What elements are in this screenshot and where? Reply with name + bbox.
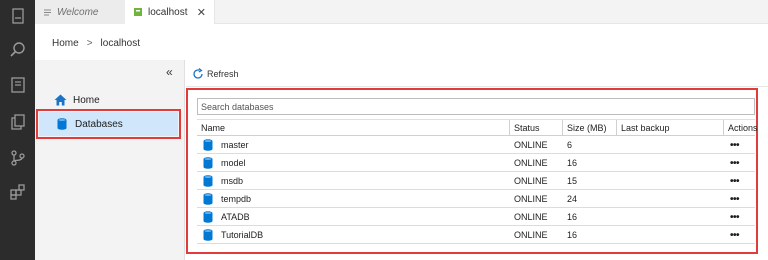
db-name: model <box>221 158 246 168</box>
more-actions-icon[interactable]: ••• <box>730 226 740 244</box>
db-status: ONLINE <box>514 230 548 240</box>
db-status: ONLINE <box>514 194 548 204</box>
explorer-icon[interactable] <box>8 112 27 131</box>
table-body: master ONLINE 6 ••• model ONLINE 16 ••• msdb ONLI… <box>197 136 755 244</box>
db-size: 16 <box>567 158 578 168</box>
database-icon <box>203 193 213 205</box>
databases-panel: Name Status Size (MB) Last backup Action… <box>186 88 758 254</box>
sidebar-item-databases[interactable]: Databases <box>36 109 181 139</box>
tab-welcome[interactable]: Welcome <box>35 0 125 24</box>
refresh-button[interactable]: Refresh <box>192 66 239 82</box>
refresh-label: Refresh <box>207 69 239 79</box>
database-icon <box>203 139 213 151</box>
menu-lines-icon <box>43 8 52 17</box>
source-control-icon[interactable] <box>8 148 27 167</box>
more-actions-icon[interactable]: ••• <box>730 190 740 208</box>
db-name-cell[interactable]: TutorialDB <box>203 226 263 244</box>
db-name-cell[interactable]: ATADB <box>203 208 250 226</box>
db-name: master <box>221 140 249 150</box>
db-status: ONLINE <box>514 158 548 168</box>
db-status: ONLINE <box>514 140 548 150</box>
db-status: ONLINE <box>514 176 548 186</box>
table-row[interactable]: msdb ONLINE 15 ••• <box>197 172 755 190</box>
tab-bar: Welcome localhost ✕ <box>35 0 768 24</box>
column-header-last-backup[interactable]: Last backup <box>617 120 724 136</box>
breadcrumb: Home > localhost <box>52 36 140 50</box>
home-icon <box>53 93 67 107</box>
db-name-cell[interactable]: msdb <box>203 172 243 190</box>
server-icon <box>133 7 143 17</box>
db-name-cell[interactable]: model <box>203 154 246 172</box>
sidebar: « Home Databases <box>35 60 185 260</box>
db-status: ONLINE <box>514 212 548 222</box>
db-name: tempdb <box>221 194 252 204</box>
search-box[interactable] <box>197 98 755 115</box>
chevron-right-icon: > <box>86 37 93 49</box>
column-header-status[interactable]: Status <box>510 120 563 136</box>
sidebar-item-label: Databases <box>75 118 123 130</box>
db-size: 6 <box>567 140 573 150</box>
refresh-icon <box>193 68 203 79</box>
db-size: 15 <box>567 176 578 186</box>
more-actions-icon[interactable]: ••• <box>730 172 740 190</box>
breadcrumb-home[interactable]: Home <box>52 38 79 49</box>
main-content: Refresh Name Status Size (MB) Last backu… <box>186 60 768 260</box>
database-icon <box>203 211 213 223</box>
tab-label: Welcome <box>57 6 99 18</box>
search-icon[interactable] <box>8 40 27 59</box>
databases-table: Name Status Size (MB) Last backup Action… <box>197 119 758 244</box>
db-name-cell[interactable]: master <box>203 136 249 154</box>
column-header-actions: Actions <box>728 123 758 133</box>
database-icon <box>203 157 213 169</box>
db-size: 16 <box>567 230 578 240</box>
table-row[interactable]: ATADB ONLINE 16 ••• <box>197 208 755 226</box>
column-header-size[interactable]: Size (MB) <box>563 120 617 136</box>
notebook-icon[interactable] <box>8 75 27 94</box>
extensions-icon[interactable] <box>8 182 27 201</box>
more-actions-icon[interactable]: ••• <box>730 154 740 172</box>
more-actions-icon[interactable]: ••• <box>730 208 740 226</box>
search-input[interactable] <box>201 101 751 112</box>
breadcrumb-current: localhost <box>100 37 140 49</box>
activity-bar <box>0 0 35 260</box>
more-actions-icon[interactable]: ••• <box>730 136 740 154</box>
db-name: msdb <box>221 176 244 186</box>
table-row[interactable]: tempdb ONLINE 24 ••• <box>197 190 755 208</box>
db-name: ATADB <box>221 212 250 222</box>
close-icon[interactable]: ✕ <box>197 6 206 19</box>
column-header-name[interactable]: Name <box>197 120 510 136</box>
tab-label: localhost <box>148 6 188 18</box>
table-row[interactable]: TutorialDB ONLINE 16 ••• <box>197 226 755 244</box>
database-icon <box>203 229 213 241</box>
sidebar-item-home[interactable]: Home <box>37 88 178 112</box>
servers-icon[interactable] <box>8 6 27 25</box>
db-size: 16 <box>567 212 578 222</box>
table-row[interactable]: model ONLINE 16 ••• <box>197 154 755 172</box>
db-size: 24 <box>567 194 578 204</box>
database-icon <box>203 175 213 187</box>
table-row[interactable]: master ONLINE 6 ••• <box>197 136 755 154</box>
tab-localhost[interactable]: localhost ✕ <box>125 0 215 24</box>
db-name-cell[interactable]: tempdb <box>203 190 251 208</box>
database-icon <box>55 117 69 131</box>
divider <box>186 86 768 87</box>
sidebar-item-label: Home <box>73 94 100 106</box>
collapse-icon[interactable]: « <box>166 65 173 79</box>
db-name: TutorialDB <box>221 230 264 240</box>
table-header: Name Status Size (MB) Last backup Action… <box>197 119 758 136</box>
